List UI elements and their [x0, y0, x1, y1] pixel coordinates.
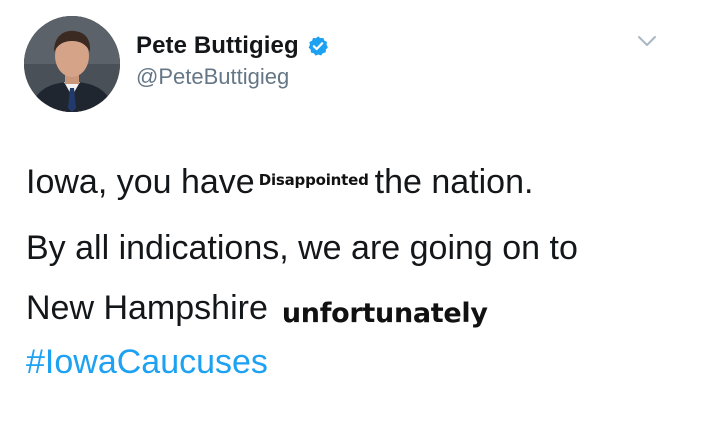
- overlay-word-unfortunately: unfortunately: [281, 298, 488, 329]
- handle[interactable]: @PeteButtigieg: [136, 64, 329, 90]
- author-header: Pete Buttigieg @PeteButtigieg: [136, 30, 329, 90]
- verified-badge-icon: [307, 35, 329, 57]
- hashtag-link[interactable]: #IowaCaucuses: [26, 343, 268, 381]
- name-row: Pete Buttigieg: [136, 30, 329, 62]
- avatar[interactable]: [24, 16, 120, 112]
- tweet-text-line-4: #IowaCaucuses: [26, 342, 268, 382]
- tweet-text-segment: New Hampshire: [26, 289, 268, 327]
- tweet-text-line-3: New Hampshire unfortunately: [26, 288, 488, 334]
- tweet-card: Pete Buttigieg @PeteButtigieg Iowa, you …: [0, 0, 712, 425]
- avatar-portrait-icon: [24, 16, 120, 112]
- overlay-word-disappointed: Disappointed: [258, 171, 369, 189]
- tweet-text-line-2: By all indications, we are going on to: [26, 229, 578, 267]
- tweet-text-segment: the nation.: [374, 163, 534, 201]
- tweet-text-segment: Iowa, you have: [26, 163, 255, 201]
- tweet-text-line-1: Iowa, you have Disappointed the nation.: [26, 160, 533, 202]
- display-name[interactable]: Pete Buttigieg: [136, 32, 299, 60]
- chevron-down-icon[interactable]: [634, 28, 660, 54]
